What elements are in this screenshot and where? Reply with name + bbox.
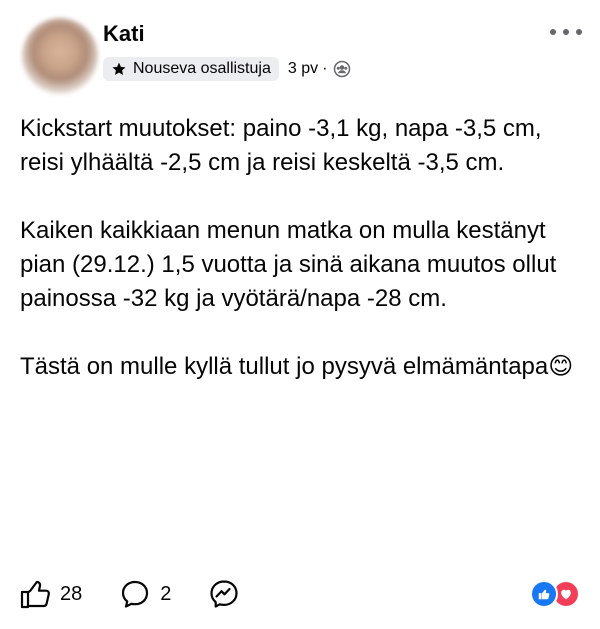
- comment-button[interactable]: 2: [118, 577, 171, 611]
- author-name[interactable]: Kati: [103, 21, 145, 47]
- meta-separator: ·: [322, 60, 328, 77]
- like-count: 28: [60, 582, 83, 605]
- messenger-icon: [210, 580, 238, 608]
- post-text: Kickstart muutokset: paino -3,1 kg, napa…: [20, 112, 585, 384]
- avatar[interactable]: [22, 18, 98, 94]
- more-options-button[interactable]: [550, 22, 582, 42]
- heart-icon: [561, 589, 571, 600]
- send-messenger-button[interactable]: [207, 577, 241, 611]
- thumbs-up-icon: [538, 589, 550, 600]
- comment-count: 2: [160, 582, 172, 605]
- group-icon: [334, 60, 351, 78]
- reaction-summary[interactable]: [530, 580, 580, 608]
- comment-icon: [122, 580, 149, 608]
- thumbs-up-icon: [20, 580, 50, 609]
- post-paragraph: Kickstart muutokset: paino -3,1 kg, napa…: [20, 115, 542, 176]
- dot-icon: [550, 29, 556, 35]
- dot-icon: [576, 29, 582, 35]
- post-meta: Nouseva osallistuja 3 pv ·: [103, 57, 351, 81]
- like-reaction-icon: [530, 580, 558, 608]
- post-actions: 28 2: [18, 574, 277, 614]
- badge-label: Nouseva osallistuja: [133, 60, 271, 77]
- post-paragraph: Kaiken kaikkiaan menun matka on mulla ke…: [20, 217, 557, 312]
- dot-icon: [563, 29, 569, 35]
- post-paragraph: Tästä on mulle kyllä tullut jo pysyvä el…: [20, 353, 574, 380]
- contributor-badge[interactable]: Nouseva osallistuja: [103, 57, 279, 81]
- like-button[interactable]: 28: [18, 577, 82, 611]
- star-icon: [112, 62, 126, 75]
- timestamp[interactable]: 3 pv: [288, 60, 318, 78]
